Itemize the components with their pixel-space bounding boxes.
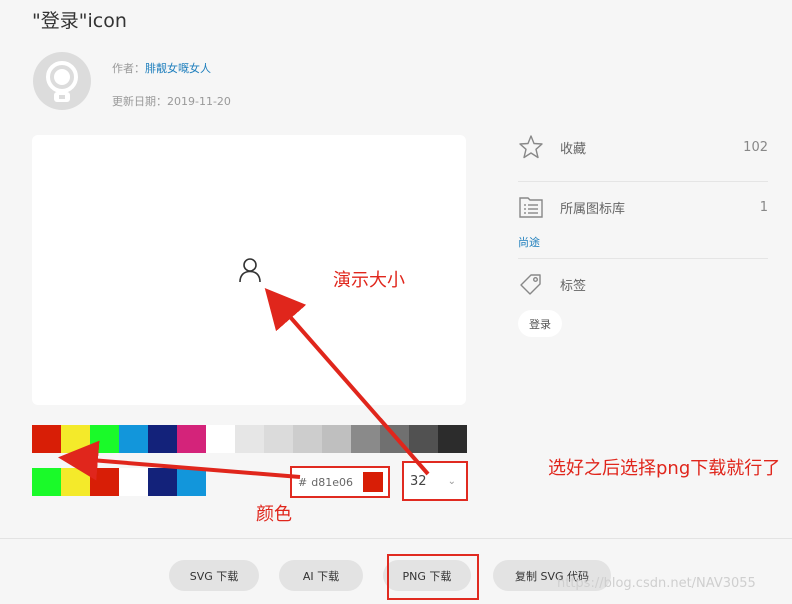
sidebar-divider (518, 181, 768, 182)
color-swatch[interactable] (438, 425, 467, 453)
color-swatch[interactable] (119, 468, 148, 496)
tags-label: 标签 (560, 278, 587, 294)
color-swatch[interactable] (380, 425, 409, 453)
chevron-down-icon: ⌄ (447, 475, 456, 487)
library-link[interactable]: 所属图标库 1 (518, 193, 768, 221)
color-swatch[interactable] (90, 468, 119, 496)
color-swatch[interactable] (119, 425, 148, 453)
annotation-color: 颜色 (256, 504, 292, 525)
color-swatch[interactable] (148, 425, 177, 453)
color-swatch[interactable] (61, 468, 90, 496)
avatar-figure-icon (46, 61, 78, 102)
png-highlight-frame (387, 554, 479, 600)
color-swatch[interactable] (322, 425, 351, 453)
annotation-tip: 选好之后选择png下载就行了 (548, 458, 781, 479)
favorite-button[interactable]: 收藏 102 (518, 133, 768, 161)
size-value: 32 (410, 473, 427, 489)
color-swatch[interactable] (90, 425, 119, 453)
color-swatch[interactable] (235, 425, 264, 453)
color-swatch[interactable] (148, 468, 177, 496)
library-count: 1 (759, 199, 768, 215)
tag-chip-login[interactable]: 登录 (518, 310, 562, 337)
page-title: "登录"icon (32, 10, 127, 32)
hex-hash: # (298, 475, 308, 489)
annotation-size: 演示大小 (333, 270, 405, 291)
color-swatch[interactable] (177, 468, 206, 496)
author-link[interactable]: 腓靓女嘅女人 (145, 62, 211, 75)
color-swatch[interactable] (32, 425, 61, 453)
color-swatch[interactable] (409, 425, 438, 453)
library-label: 所属图标库 (560, 201, 626, 217)
color-palette-row-1 (32, 425, 467, 453)
favorite-label: 收藏 (560, 141, 587, 157)
watermark: https://blog.csdn.net/NAV3055 (557, 576, 756, 591)
color-chip[interactable] (362, 472, 383, 492)
color-hex-input[interactable]: # d81e06 (290, 466, 390, 498)
color-swatch[interactable] (293, 425, 322, 453)
usage-link[interactable]: 尚途 (518, 234, 540, 250)
size-select[interactable]: 32 ⌄ (402, 461, 468, 501)
tags-section: 标签 (518, 270, 768, 298)
user-icon (239, 258, 261, 283)
favorite-count: 102 (743, 139, 768, 155)
color-palette-row-2 (32, 468, 206, 496)
sidebar-divider (518, 258, 768, 259)
svg-download-button[interactable]: SVG 下载 (169, 560, 259, 591)
footer-divider (0, 538, 792, 539)
color-swatch[interactable] (206, 425, 235, 453)
update-date-value: 2019-11-20 (167, 95, 231, 108)
update-date-line: 更新日期：2019-11-20 (112, 93, 231, 109)
color-swatch[interactable] (264, 425, 293, 453)
star-icon (519, 135, 543, 159)
tag-icon (520, 274, 541, 295)
update-date-label: 更新日期： (112, 95, 167, 108)
color-swatch[interactable] (351, 425, 380, 453)
color-swatch[interactable] (32, 468, 61, 496)
hex-value: d81e06 (311, 475, 353, 489)
color-swatch[interactable] (61, 425, 90, 453)
author-label: 作者： (112, 62, 145, 75)
author-avatar[interactable] (33, 52, 91, 110)
author-line: 作者：腓靓女嘅女人 (112, 60, 211, 76)
ai-download-button[interactable]: AI 下载 (279, 560, 363, 591)
folder-list-icon (519, 197, 543, 218)
color-swatch[interactable] (177, 425, 206, 453)
